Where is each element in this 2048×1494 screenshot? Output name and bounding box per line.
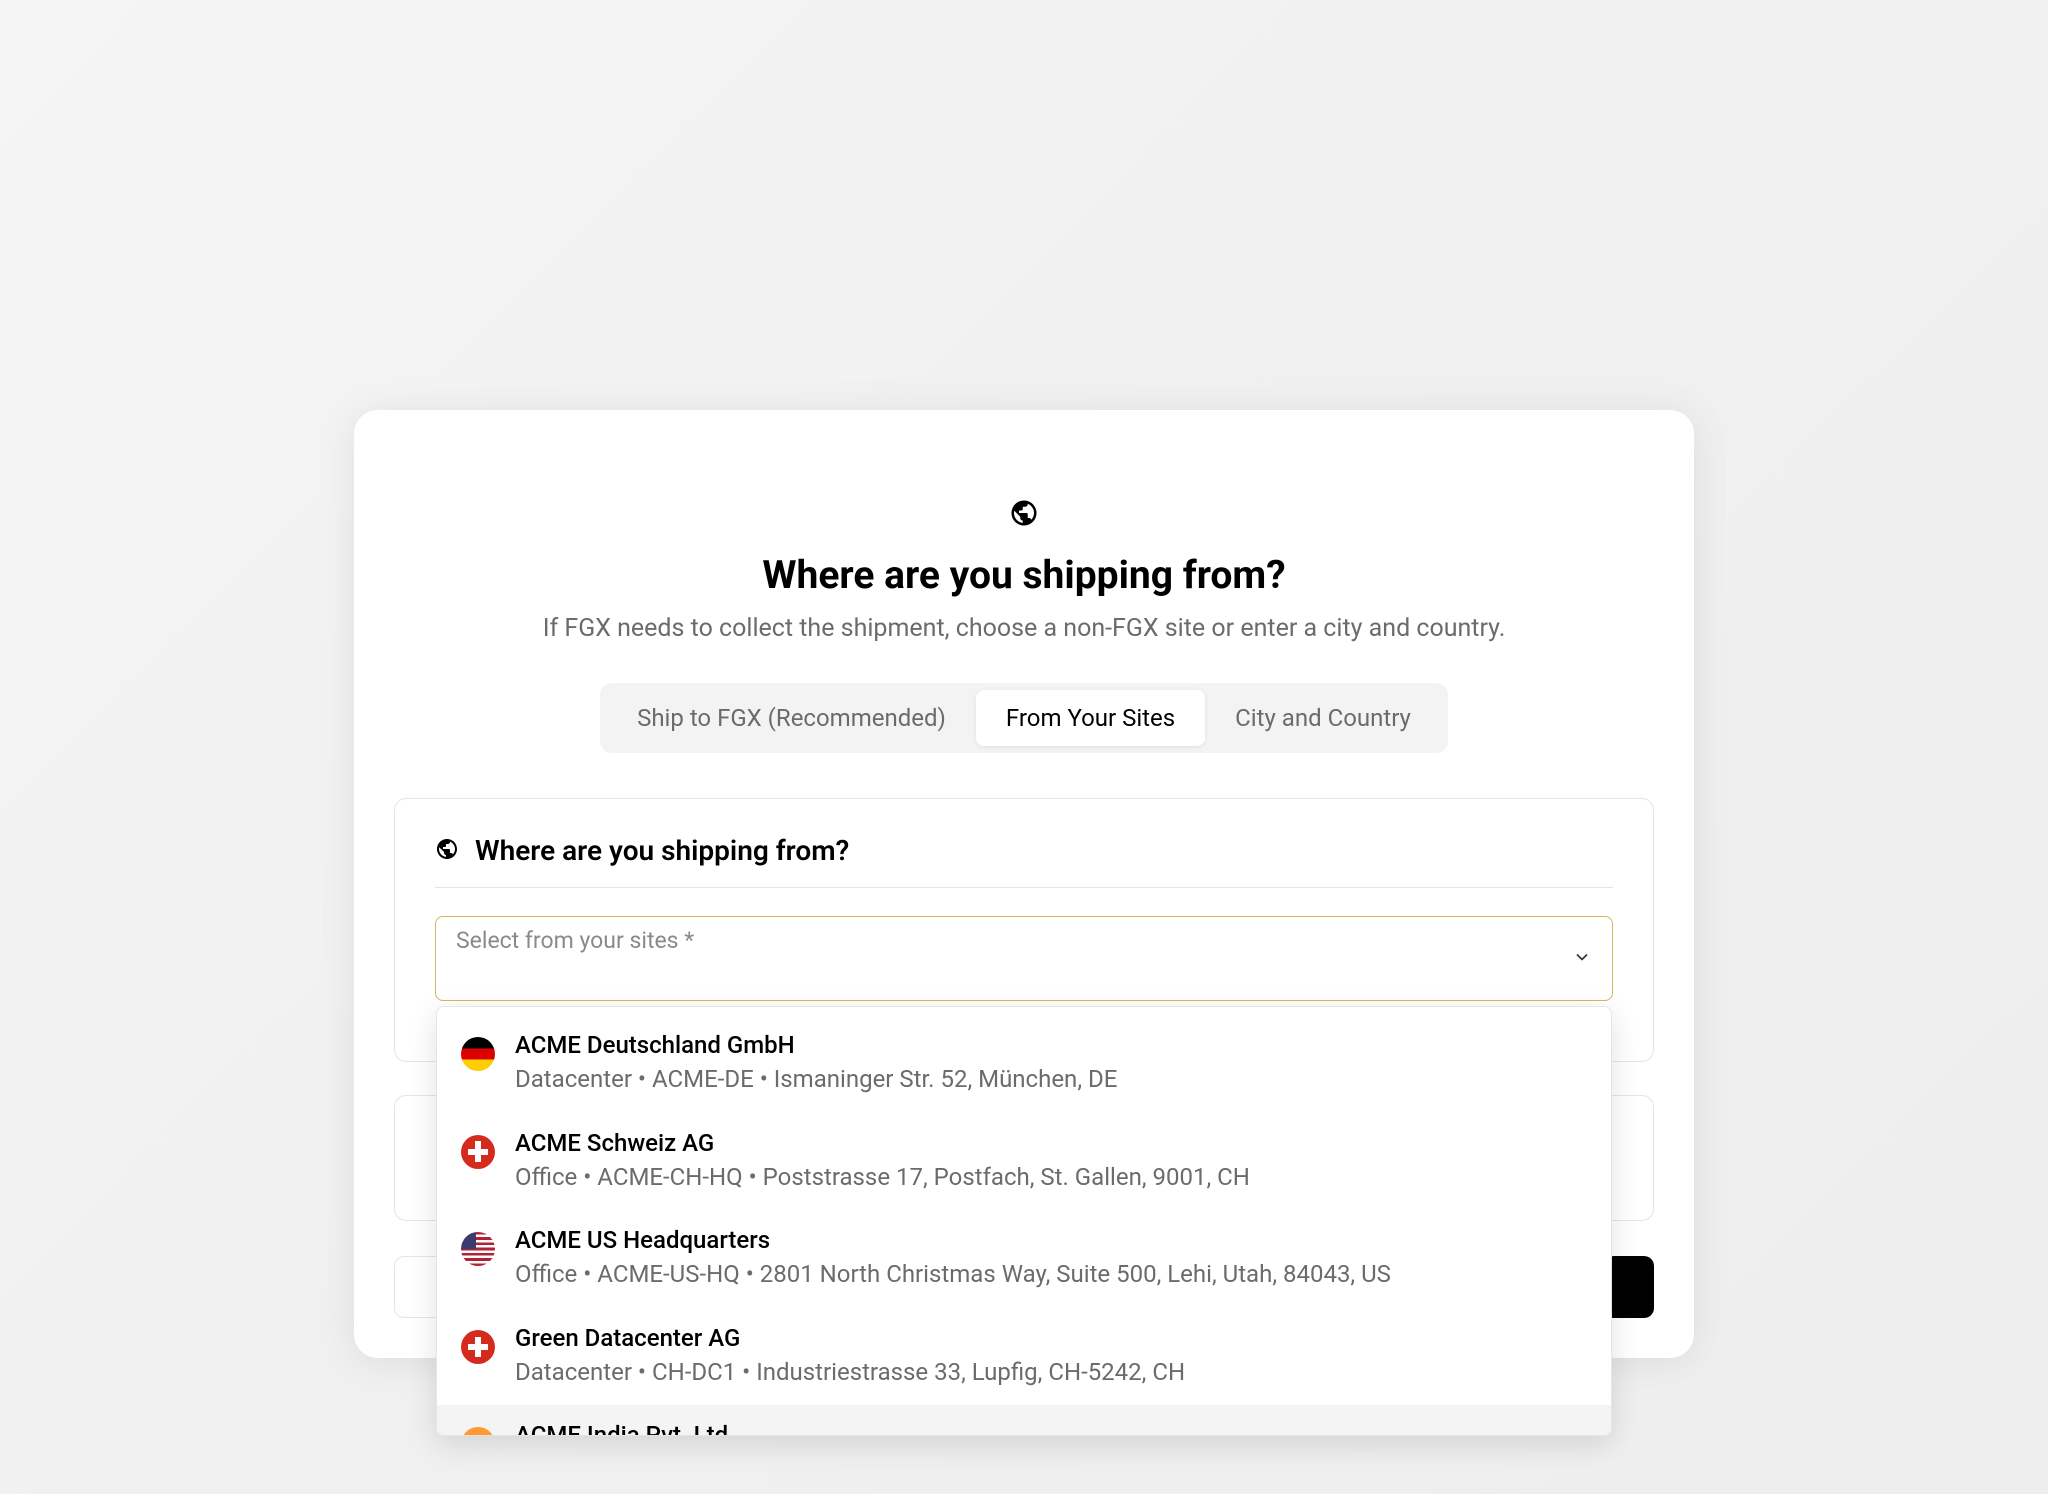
page-title: Where are you shipping from? xyxy=(394,552,1654,598)
panel-header: Where are you shipping from? xyxy=(435,834,1613,888)
tab-city-and-country[interactable]: City and Country xyxy=(1205,690,1441,746)
option-content: ACME US Headquarters Office • ACME-US-HQ … xyxy=(515,1226,1587,1292)
option-content: ACME Schweiz AG Office • ACME-CH-HQ • Pos… xyxy=(515,1129,1587,1195)
option-name: ACME US Headquarters xyxy=(515,1226,1587,1254)
origin-tab-group: Ship to FGX (Recommended) From Your Site… xyxy=(600,683,1448,753)
modal-header: Where are you shipping from? If FGX need… xyxy=(394,498,1654,753)
flag-icon-de xyxy=(461,1037,495,1071)
option-content: ACME Deutschland GmbH Datacenter • ACME-D… xyxy=(515,1031,1587,1097)
site-option[interactable]: Green Datacenter AG Datacenter • CH-DC1 •… xyxy=(437,1308,1611,1406)
option-details: Datacenter • ACME-DE • Ismaninger Str. 5… xyxy=(515,1063,1587,1097)
option-name: ACME Deutschland GmbH xyxy=(515,1031,1587,1059)
option-details: Office • ACME-US-HQ • 2801 North Christm… xyxy=(515,1258,1587,1292)
flag-icon-ch xyxy=(461,1330,495,1364)
option-name: Green Datacenter AG xyxy=(515,1324,1587,1352)
tab-ship-to-fgx[interactable]: Ship to FGX (Recommended) xyxy=(607,690,976,746)
option-details: Office • ACME-CH-HQ • Poststrasse 17, Po… xyxy=(515,1161,1587,1195)
site-select-field[interactable]: Select from your sites * ACME Deutschlan… xyxy=(435,916,1613,1001)
site-select-input[interactable] xyxy=(456,958,1592,986)
page-subtitle: If FGX needs to collect the shipment, ch… xyxy=(394,614,1654,643)
site-dropdown-list[interactable]: ACME Deutschland GmbH Datacenter • ACME-D… xyxy=(436,1006,1612,1436)
panel-title: Where are you shipping from? xyxy=(475,834,849,867)
globe-icon xyxy=(435,837,459,865)
chevron-down-icon xyxy=(1572,947,1592,971)
option-name: ACME Schweiz AG xyxy=(515,1129,1587,1157)
flag-icon-us xyxy=(461,1232,495,1266)
globe-icon xyxy=(1009,498,1039,532)
site-option[interactable]: ACME Schweiz AG Office • ACME-CH-HQ • Pos… xyxy=(437,1113,1611,1211)
shipping-from-panel: Where are you shipping from? Select from… xyxy=(394,798,1654,1062)
shipping-modal: Where are you shipping from? If FGX need… xyxy=(354,410,1694,1358)
tab-from-your-sites[interactable]: From Your Sites xyxy=(976,690,1205,746)
option-details: Datacenter • CH-DC1 • Industriestrasse 3… xyxy=(515,1356,1587,1390)
site-option[interactable]: ACME India Pvt. Ltd.Office • ACME-IN-HQ … xyxy=(437,1405,1611,1436)
option-name: ACME India Pvt. Ltd. xyxy=(515,1421,1587,1436)
site-option[interactable]: ACME US Headquarters Office • ACME-US-HQ … xyxy=(437,1210,1611,1308)
option-content: Green Datacenter AG Datacenter • CH-DC1 •… xyxy=(515,1324,1587,1390)
select-label: Select from your sites * xyxy=(456,927,1592,954)
flag-icon-ch xyxy=(461,1135,495,1169)
site-option[interactable]: ACME Deutschland GmbH Datacenter • ACME-D… xyxy=(437,1015,1611,1113)
option-content: ACME India Pvt. Ltd.Office • ACME-IN-HQ … xyxy=(515,1421,1587,1436)
flag-icon-in xyxy=(461,1427,495,1436)
